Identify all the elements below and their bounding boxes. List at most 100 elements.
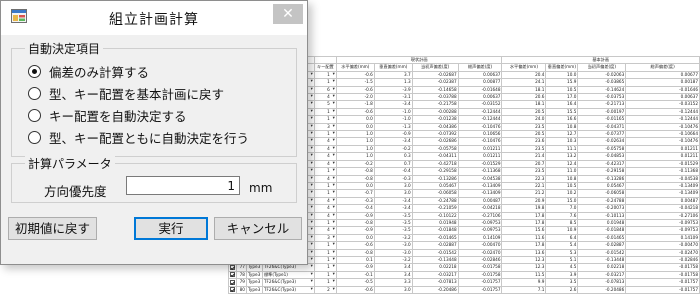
col-header[interactable]: 水平偏差(mm) [501,63,547,72]
key-placement-select-cell[interactable]: 1 [313,70,337,80]
key-placement-select-cell[interactable]: 1 [313,167,337,176]
value-cell: -0.01758 [625,270,700,280]
key-placement-select-cell[interactable]: 4 [313,159,337,169]
value-cell: 20.4 [501,70,547,80]
radio-button[interactable] [28,86,41,100]
table-row[interactable]: 79Type3TF26&C(Type3)1-0.53.3-0.07813-0.0… [228,278,700,287]
row-checkbox-cell[interactable] [228,285,237,295]
key-placement-select-cell[interactable]: 4 [313,204,337,213]
radio-revert-basic-plan[interactable]: 型、キー配置を基本計画に戻す [28,84,224,102]
cancel-button[interactable]: キャンセル [214,217,302,240]
value-cell: -0.6 [335,85,375,95]
reset-defaults-button[interactable]: 初期値に戻す [8,217,97,240]
value-cell: -0.12444 [457,115,503,124]
value-cell: 11.0 [545,167,579,176]
value-cell: 1.3 [373,78,413,87]
type-select-cell[interactable]: TF26&C(Type3) [261,285,315,295]
radio-button[interactable] [28,64,41,78]
direction-priority-input[interactable] [126,176,240,195]
value-cell: 11.1 [545,144,579,154]
row-checkbox[interactable] [230,287,235,293]
title-bar[interactable]: 組立計画計算 ✕ [1,1,307,35]
key-placement-select-cell[interactable]: 1 [313,263,337,272]
key-placement-select-cell[interactable]: 6 [313,85,337,95]
value-cell: -0.6 [335,285,375,295]
key-placement-select-cell[interactable]: 3 [313,122,337,132]
key-placement-select-cell[interactable]: 5 [313,100,337,109]
value-cell: -0.8 [335,248,375,257]
close-button[interactable]: ✕ [273,4,303,24]
key-placement-select-cell[interactable]: 4 [313,152,337,161]
value-cell: 1.0 [335,144,375,154]
row-checkbox-cell[interactable] [228,278,237,287]
key-placement-select-cell[interactable]: 1 [313,248,337,257]
table-row[interactable]: 80Type3TF26&C(Type3)2-0.63.0-0.20486-0.0… [228,285,700,295]
value-cell: -0.7 [335,189,375,198]
key-placement-select-cell[interactable]: 4 [313,144,337,154]
key-placement-select-cell[interactable]: 4 [313,174,337,183]
key-placement-select-cell[interactable]: 4 [313,93,337,102]
col-header[interactable]: 当初声偏差(度) [577,63,627,72]
col-header[interactable]: 総声偏差(度) [457,63,503,72]
key-placement-select-cell[interactable]: 1 [313,241,337,250]
key-placement-select-cell[interactable]: 1 [313,255,337,265]
type-select-cell[interactable]: TF26&C(Type3) [261,278,315,287]
key-placement-select-cell[interactable]: 4 [313,211,337,220]
key-placement-select-cell[interactable]: 4 [313,226,337,235]
col-header[interactable]: キー配置 [313,63,337,72]
auto-decision-group-label: 自動決定項目 [25,40,104,57]
value-cell: 20.6 [501,93,547,102]
table-row[interactable]: 78Type3標準(Type1)1-0.13.4-0.03217-0.01758… [228,270,700,280]
type-select-cell[interactable]: 標準(Type1) [261,270,315,280]
key-placement-select-cell[interactable]: 1 [313,270,337,280]
value-cell: -0.8 [335,174,375,183]
value-cell: -0.01648 [457,85,503,95]
key-placement-select-cell[interactable]: 1 [313,189,337,198]
radio-auto-key-placement[interactable]: キー配置を自動決定する [28,106,187,124]
key-placement-select-cell[interactable]: 1 [313,78,337,87]
value-cell: -0.03217 [577,270,627,280]
row-checkbox[interactable] [230,264,235,270]
value-cell: 23.5 [501,122,547,132]
value-cell: -0.12444 [457,107,503,117]
key-placement-select-cell[interactable]: 1 [313,130,337,139]
value-cell: 17.8 [501,211,547,220]
row-checkbox[interactable] [230,279,235,285]
col-header[interactable]: 総声偏差(度) [625,63,700,72]
value-cell: -0.07813 [411,278,459,287]
value-cell: -0.06058 [577,189,627,198]
key-placement-select-cell[interactable]: 4 [313,196,337,206]
value-cell: 12.3 [501,263,547,272]
row-checkbox[interactable] [230,272,235,278]
value-cell: -0.09753 [457,226,503,235]
key-placement-select-cell[interactable]: 1 [313,181,337,191]
col-header[interactable]: 水平偏差(mm) [335,63,375,72]
col-header[interactable]: 垂直偏差(mm) [373,63,413,72]
radio-deviation-only[interactable]: 偏差のみ計算する [28,62,149,80]
row-checkbox-cell[interactable] [228,270,237,280]
key-placement-select-cell[interactable]: 2 [313,285,337,295]
key-placement-select-cell[interactable]: 4 [313,137,337,146]
radio-auto-type-and-key[interactable]: 型、キー配置ともに自動決定を行う [28,128,249,146]
value-cell: -0.3 [373,174,413,183]
key-placement-select-cell[interactable]: 1 [313,107,337,117]
value-cell: 0.14109 [625,233,700,243]
key-placement-select-cell[interactable]: 1 [313,218,337,228]
value-cell: -0.21713 [577,100,627,109]
value-cell: 11.5 [501,270,547,280]
col-header[interactable]: 当初声偏差(度) [411,63,459,72]
value-cell: 20.5 [501,130,547,139]
key-placement-select-cell[interactable]: 1 [313,278,337,287]
value-cell: -0.42317 [577,159,627,169]
value-cell: 0.00637 [625,93,700,102]
radio-button[interactable] [28,130,41,144]
value-cell: -0.13409 [457,181,503,191]
value-cell: -0.13286 [411,174,459,183]
radio-button[interactable] [28,108,41,122]
value-cell: -0.03217 [411,270,459,280]
key-placement-select-cell[interactable]: 3 [313,233,337,243]
value-cell: 1.0 [335,130,375,139]
run-button[interactable]: 実行 [134,217,208,240]
col-header[interactable]: 垂直偏差(mm) [545,63,579,72]
key-placement-select-cell[interactable]: 1 [313,115,337,124]
